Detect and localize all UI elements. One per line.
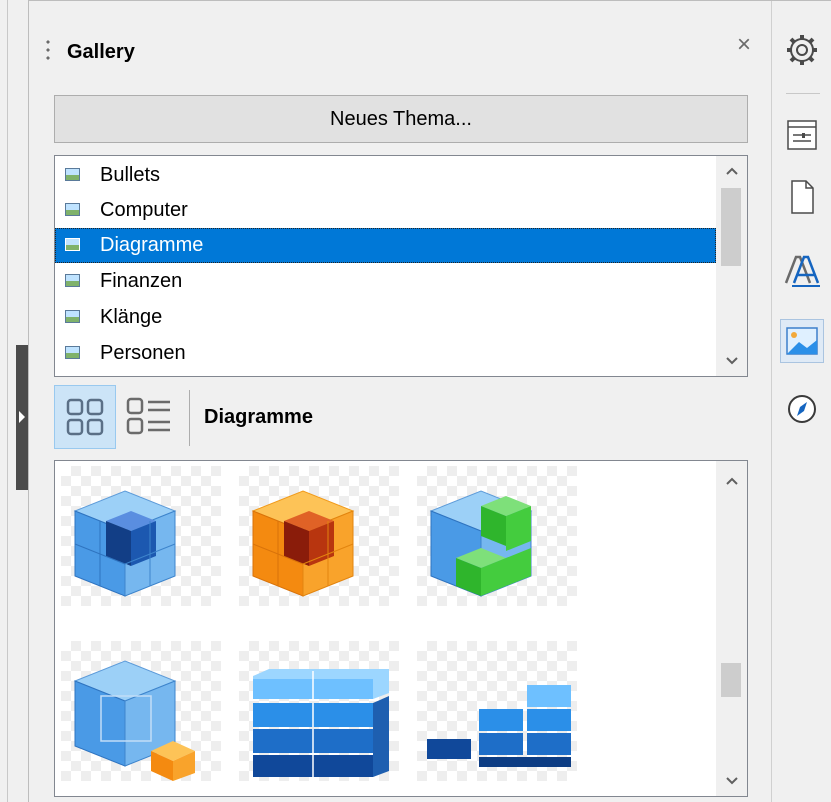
- image-icon: [65, 238, 80, 251]
- sidebar-settings-button[interactable]: [780, 28, 824, 72]
- theme-item-personen[interactable]: Personen: [55, 336, 716, 371]
- theme-list-scrollbar[interactable]: [716, 156, 747, 376]
- detail-view-icon: [126, 397, 170, 435]
- icon-view-button[interactable]: [54, 385, 116, 449]
- gallery-item-blue-cube[interactable]: [61, 466, 221, 606]
- theme-item-finanzen[interactable]: Finanzen: [55, 264, 716, 299]
- new-theme-button[interactable]: Neues Thema...: [54, 95, 748, 143]
- theme-item-label: Personen: [100, 342, 186, 364]
- gallery-icon: [786, 327, 818, 355]
- styles-icon: [784, 255, 820, 287]
- gallery-item-blue-stacked-blocks[interactable]: [239, 641, 399, 781]
- blue-cube-with-orange-block-icon: [73, 660, 195, 781]
- gallery-scrollbar[interactable]: [716, 461, 747, 796]
- panel-grip-icon[interactable]: [46, 38, 50, 64]
- gallery-item-blue-green-cube[interactable]: [417, 466, 577, 606]
- page-icon: [791, 180, 814, 214]
- image-icon: [65, 274, 80, 287]
- image-icon: [65, 168, 80, 181]
- gallery-icon-view[interactable]: [54, 460, 748, 797]
- theme-item-label: Computer: [100, 199, 188, 221]
- sidebar-separator: [786, 93, 820, 94]
- sidebar-gallery-button[interactable]: [780, 319, 824, 363]
- gallery-item-blue-step-blocks[interactable]: [417, 641, 577, 781]
- icon-view-icon: [66, 398, 104, 436]
- theme-item-label: Finanzen: [100, 270, 183, 292]
- blue-cube-diagram-icon: [73, 490, 177, 597]
- orange-cube-diagram-icon: [251, 490, 355, 597]
- image-icon: [65, 346, 80, 359]
- view-toolbar: Diagramme: [54, 382, 748, 452]
- close-button[interactable]: ×: [733, 33, 755, 57]
- scroll-up-arrow-icon[interactable]: [716, 466, 747, 496]
- theme-item-klaenge[interactable]: Klänge: [55, 300, 716, 335]
- theme-item-computer[interactable]: Computer: [55, 193, 716, 228]
- theme-item-diagramme[interactable]: Diagramme: [55, 228, 716, 263]
- theme-item-bullets[interactable]: Bullets: [55, 158, 716, 193]
- scroll-up-arrow-icon[interactable]: [716, 156, 747, 186]
- scroll-down-arrow-icon[interactable]: [716, 346, 747, 376]
- toolbar-separator: [189, 390, 190, 446]
- scroll-thumb[interactable]: [721, 188, 741, 266]
- blue-green-cube-diagram-icon: [429, 490, 533, 597]
- properties-icon: [787, 120, 817, 150]
- settings-icon: [787, 35, 817, 65]
- navigator-icon: [788, 395, 816, 423]
- scroll-thumb[interactable]: [721, 663, 741, 697]
- expand-arrow-icon: [19, 411, 25, 423]
- image-icon: [65, 310, 80, 323]
- blue-stacked-blocks-icon: [253, 669, 389, 777]
- theme-list[interactable]: Bullets Computer Diagramme Finanzen Klän…: [54, 155, 748, 377]
- sidebar-tab-bar: [771, 1, 831, 802]
- image-icon: [65, 203, 80, 216]
- sidebar-page-button[interactable]: [780, 175, 824, 219]
- sidebar-navigator-button[interactable]: [780, 387, 824, 431]
- blue-steps-blocks-icon: [427, 685, 571, 767]
- theme-item-label: Bullets: [100, 164, 161, 186]
- detail-view-button[interactable]: [118, 385, 180, 449]
- theme-item-label: Diagramme: [100, 234, 204, 256]
- gallery-item-orange-cube[interactable]: [239, 466, 399, 606]
- gallery-item-blue-cube-orange-block[interactable]: [61, 641, 221, 781]
- left-divider: [7, 0, 8, 802]
- sidebar-properties-button[interactable]: [780, 113, 824, 157]
- sidebar-styles-button[interactable]: [780, 249, 824, 293]
- theme-item-label: Klänge: [100, 306, 163, 328]
- scroll-down-arrow-icon[interactable]: [716, 766, 747, 796]
- panel-title: Gallery: [67, 41, 135, 63]
- current-theme-label: Diagramme: [204, 406, 313, 428]
